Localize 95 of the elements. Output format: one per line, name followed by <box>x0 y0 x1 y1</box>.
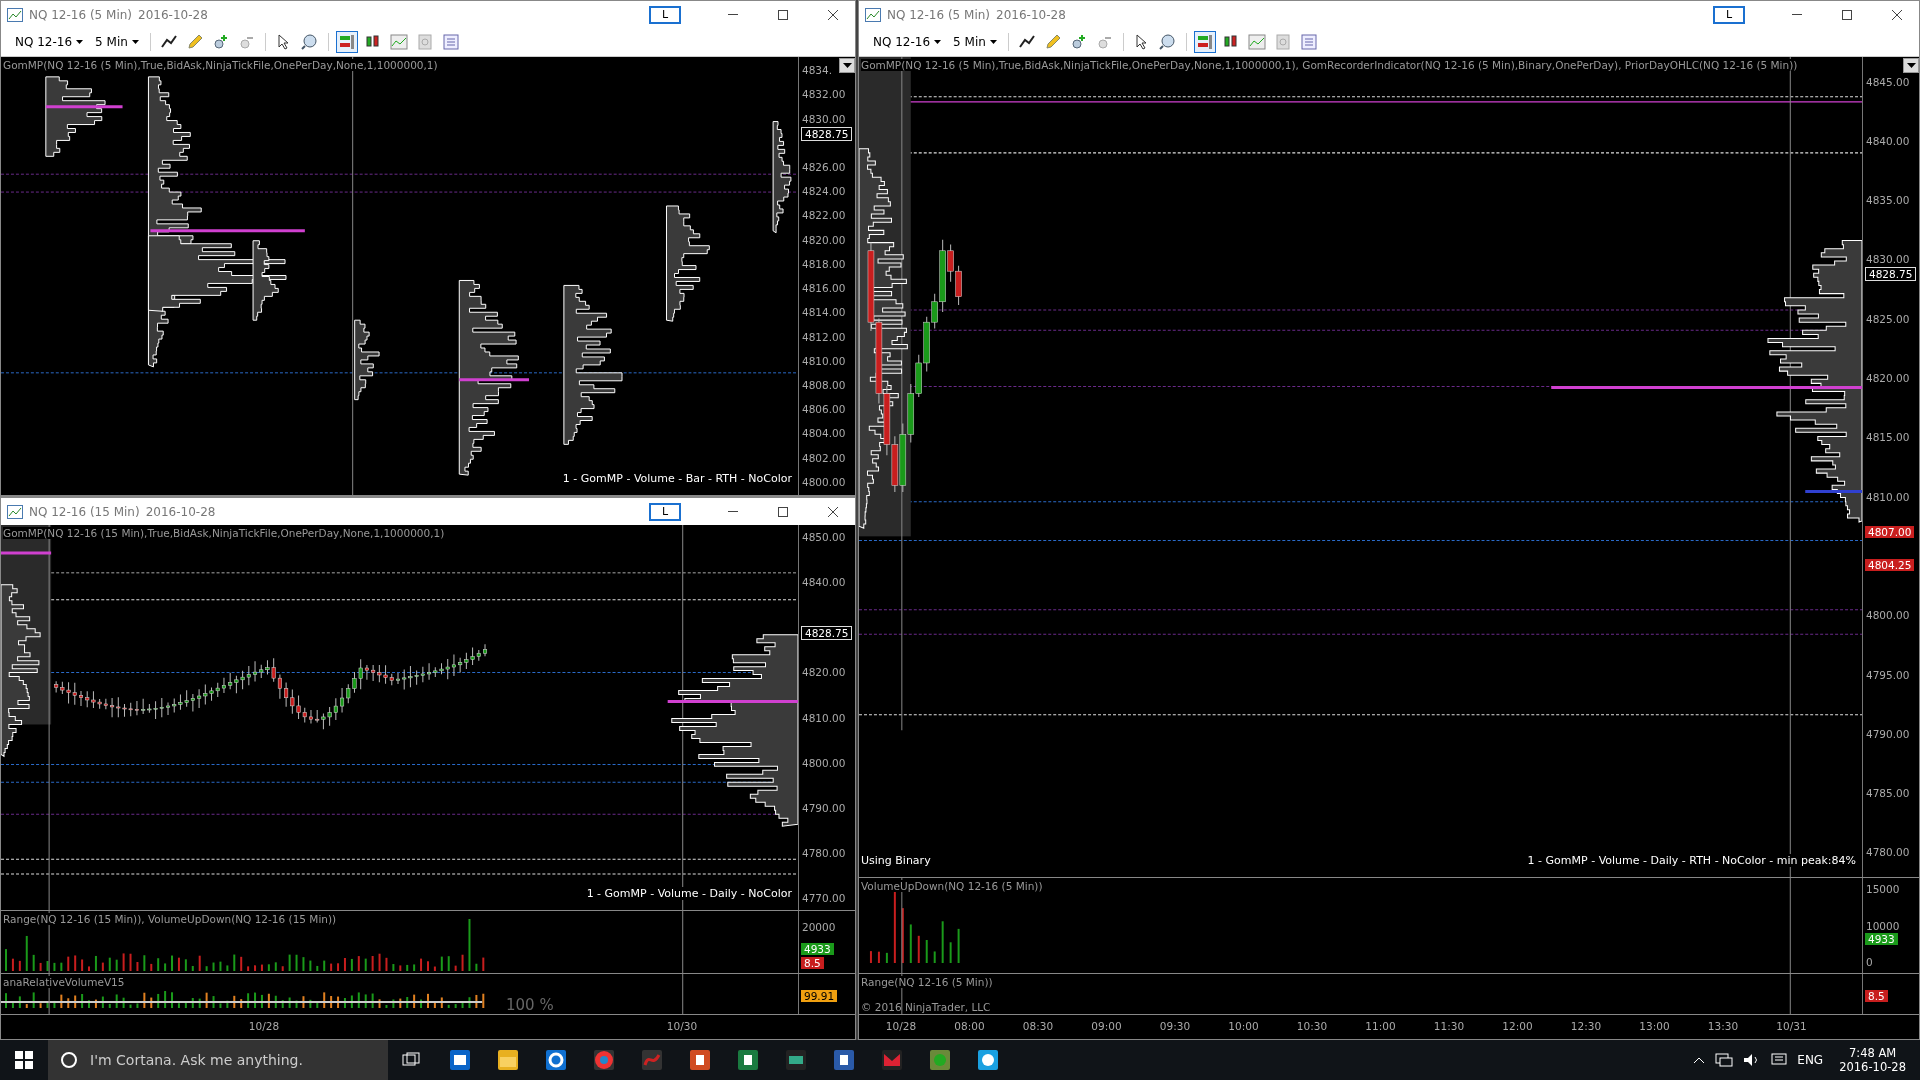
axis-label: 4785.00 <box>1866 787 1910 800</box>
time-label: 12:30 <box>1570 1020 1602 1032</box>
axis-label: 4790.00 <box>802 801 846 814</box>
axis-label: 20000 <box>802 920 836 933</box>
axis-label: 4804.00 <box>802 427 846 440</box>
indicator-label: Range(NQ 12-16 (5 Min)) <box>861 976 993 988</box>
clock-time[interactable]: 7:48 AM <box>1848 1046 1897 1060</box>
axis-label: 4815.00 <box>1866 431 1910 444</box>
price-marker: 8.5 <box>801 957 824 970</box>
price-marker: 4804.25 <box>1865 558 1915 571</box>
price-marker: 4933 <box>801 943 834 956</box>
axis-label: 4825.00 <box>1866 312 1910 325</box>
time-label: 08:00 <box>954 1020 985 1032</box>
axis-label: 4818.00 <box>802 257 846 270</box>
indicator-label: GomMP(NQ 12-16 (15 Min),True,BidAsk,NinjaTickFile,OnePerDay,None,1,1000000,1) <box>3 527 445 539</box>
axis-label: 4806.00 <box>802 403 846 416</box>
axis-label: 4820.00 <box>1866 372 1910 385</box>
search-placeholder: I'm Cortana. Ask me anything. <box>90 1052 303 1068</box>
axis-label: 4840.00 <box>802 575 846 588</box>
axis-label: 4822.00 <box>802 209 846 222</box>
time-label: 10/28 <box>248 1020 280 1032</box>
price-marker: 4933 <box>1865 932 1898 945</box>
status-text: Using Binary <box>861 854 931 867</box>
profile-label: 1 - GomMP - Volume - Daily - NoColor <box>586 887 792 900</box>
axis-label: 4832.00 <box>802 88 846 101</box>
axis-label: 4840.00 <box>1866 134 1910 147</box>
indicator-label: VolumeUpDown(NQ 12-16 (5 Min)) <box>861 880 1043 892</box>
copyright-text: © 2016 NinjaTrader, LLC <box>861 1001 991 1013</box>
search-field[interactable]: I'm Cortana. Ask me anything. <box>48 1040 388 1080</box>
axis-label: 4850.00 <box>802 530 846 543</box>
axis-label: 4845.00 <box>1866 75 1910 88</box>
time-label: 11:00 <box>1365 1020 1396 1032</box>
time-label: 12:00 <box>1502 1020 1533 1032</box>
profile-label: 1 - GomMP - Volume - Daily - RTH - NoColor - min peak:84% <box>1527 854 1856 867</box>
time-label: 09:00 <box>1091 1020 1122 1032</box>
price-marker: 4807.00 <box>1865 526 1915 539</box>
time-label: 10/31 <box>1776 1020 1807 1032</box>
time-label: 10:30 <box>1296 1020 1328 1032</box>
axis-label: 4802.00 <box>802 451 846 464</box>
axis-label: 4810.00 <box>1866 490 1910 503</box>
axis-label: 4830.00 <box>1866 253 1910 266</box>
time-label: 11:30 <box>1433 1020 1465 1032</box>
time-label: 13:30 <box>1707 1020 1739 1032</box>
axis-label: 4814.00 <box>802 306 846 319</box>
axis-label: 4800.00 <box>802 756 846 769</box>
axis-label: 4810.00 <box>802 711 846 724</box>
axis-label: 4835.00 <box>1866 194 1910 207</box>
price-marker: 4828.75 <box>801 126 853 141</box>
time-label: 08:30 <box>1022 1020 1054 1032</box>
window-date: 2016-10-28 <box>138 7 208 22</box>
price-marker: 4828.75 <box>801 625 853 640</box>
axis-label: 0 <box>1866 955 1873 968</box>
axis-label: 4795.00 <box>1866 668 1910 681</box>
axis-label: 4800.00 <box>1866 609 1910 622</box>
indicator-label: Range(NQ 12-16 (15 Min)), VolumeUpDown(NQ 12-16 (15 Min)) <box>3 913 337 925</box>
axis-label: 4820.00 <box>802 666 846 679</box>
time-label: 10/30 <box>666 1020 698 1032</box>
price-marker: 8.5 <box>1865 990 1888 1002</box>
axis-label: 4826.00 <box>802 161 846 173</box>
link-button[interactable]: L <box>649 5 681 24</box>
axis-label: 4780.00 <box>1866 846 1910 859</box>
link-button[interactable]: L <box>1713 5 1745 24</box>
profile-label: 1 - GomMP - Volume - Bar - RTH - NoColor <box>562 472 792 485</box>
time-label: 10/28 <box>885 1020 917 1032</box>
time-label: 10:00 <box>1228 1020 1259 1032</box>
window-title: NQ 12-16 (5 Min) <box>887 7 991 22</box>
window-date: 2016-10-28 <box>145 504 216 519</box>
language-indicator[interactable]: ENG <box>1797 1053 1824 1067</box>
axis-label: 4790.00 <box>1866 727 1910 740</box>
axis-label: 4830.00 <box>802 112 846 125</box>
window-title: NQ 12-16 (15 Min) <box>29 504 140 519</box>
clock-date[interactable]: 2016-10-28 <box>1839 1060 1906 1074</box>
time-label: 09:30 <box>1159 1020 1191 1032</box>
axis-label: 4812.00 <box>802 330 846 343</box>
axis-label: 4824.00 <box>802 185 846 198</box>
price-marker: 4828.75 <box>1865 267 1917 282</box>
indicator-label: GomMP(NQ 12-16 (5 Min),True,BidAsk,NinjaTickFile,OnePerDay,None,1,1000000,1), GomRecorderIndicator(NQ 12-16 (5 Min),Binary,OnePerDay), PriorDayOHLC(NQ 12-16 (5 Min)) <box>861 59 1798 71</box>
axis-label: 10000 <box>1866 919 1900 932</box>
indicator-label: GomMP(NQ 12-16 (5 Min),True,BidAsk,NinjaTickFile,OnePerDay,None,1,1000000,1) <box>3 59 438 71</box>
percent-label: 100 % <box>506 996 554 1014</box>
axis-label: 4800.00 <box>802 475 846 488</box>
window-title: NQ 12-16 (5 Min) <box>29 7 133 22</box>
axis-label: 4780.00 <box>802 847 846 860</box>
axis-label: 4770.00 <box>802 892 846 905</box>
axis-label: 4808.00 <box>802 379 846 391</box>
price-marker: 99.91 <box>801 990 838 1002</box>
link-button[interactable]: L <box>649 502 681 521</box>
axis-label: 4834. <box>802 64 833 77</box>
time-label: 13:00 <box>1639 1020 1670 1032</box>
axis-label: 4820.00 <box>802 233 846 246</box>
window-date: 2016-10-28 <box>996 7 1066 22</box>
axis-label: 15000 <box>1866 883 1900 896</box>
indicator-label: anaRelativeVolumeV15 <box>3 976 125 988</box>
axis-label: 4816.00 <box>802 282 846 295</box>
axis-label: 4810.00 <box>802 354 846 367</box>
